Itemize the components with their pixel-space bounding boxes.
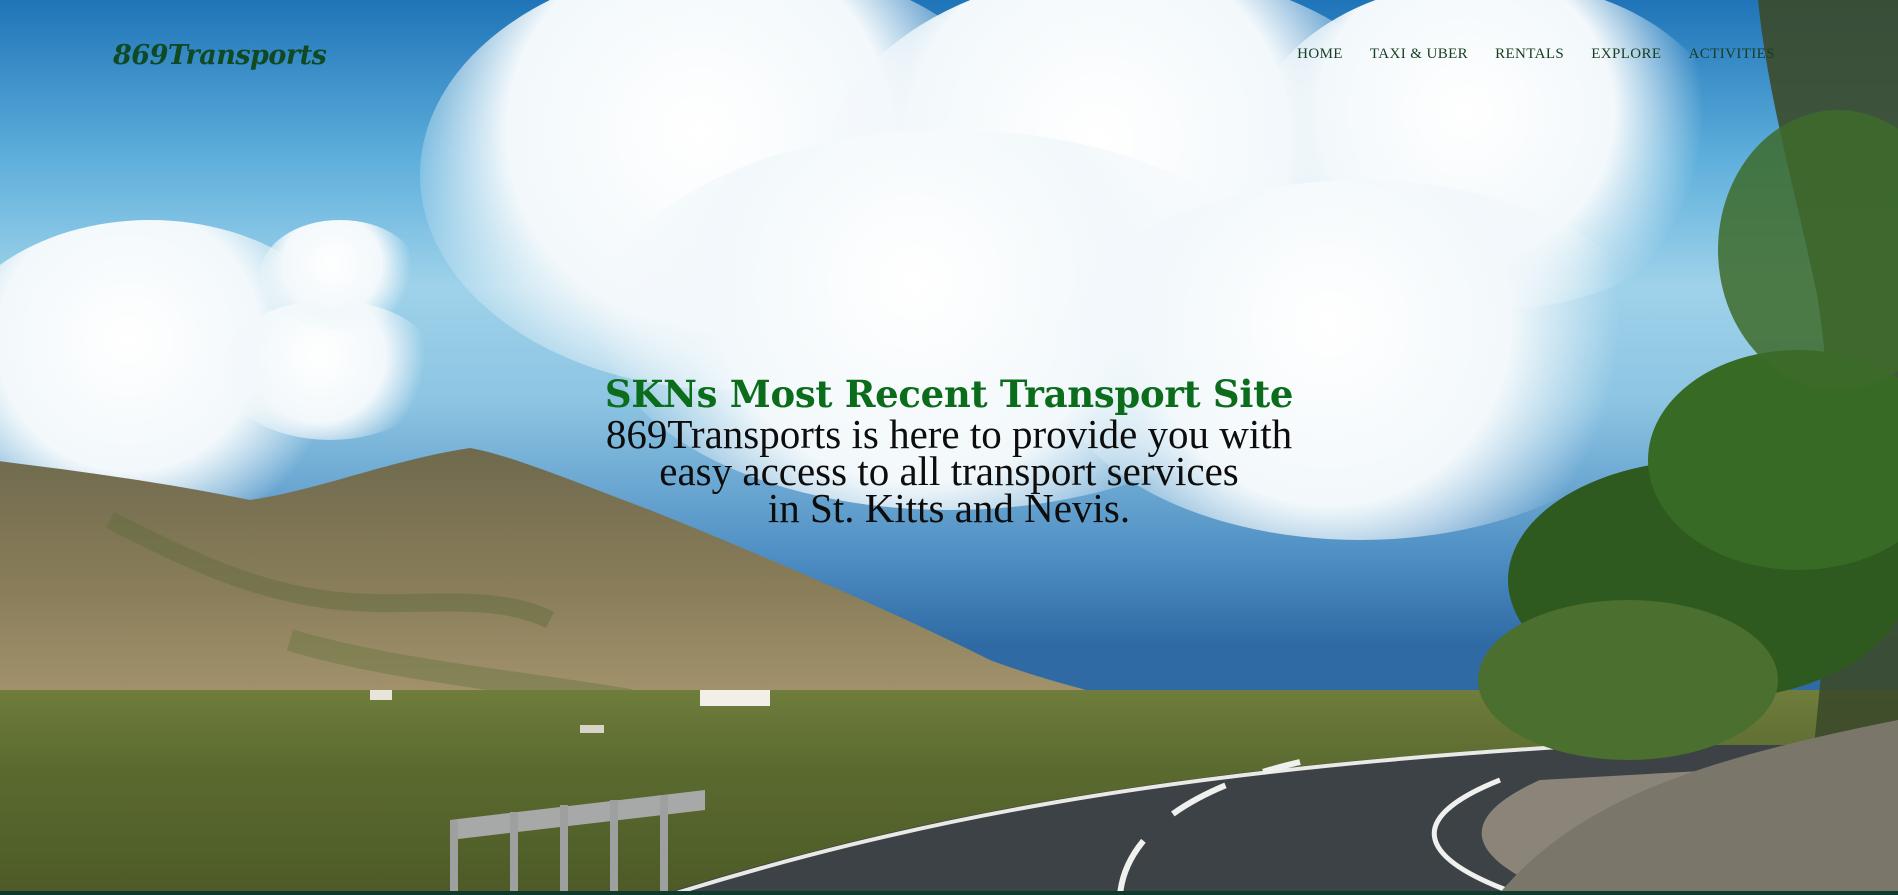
hero-line: in St. Kitts and Nevis.	[767, 485, 1131, 531]
nav-explore-link[interactable]: EXPLORE	[1591, 46, 1661, 63]
nav-taxi-uber-link[interactable]: TAXI & UBER	[1370, 46, 1468, 63]
nav-activities-link[interactable]: ACTIVITIES	[1689, 46, 1776, 63]
hero-title: SKNs Most Recent Transport Site	[604, 372, 1294, 416]
footer-bar	[0, 891, 1898, 895]
main-menu: HOME TAXI & UBER RENTALS EXPLORE ACTIVIT…	[1297, 46, 1775, 63]
site-logo[interactable]: 869Transports	[113, 40, 327, 71]
hero-text: SKNs Most Recent Transport Site 869Trans…	[0, 372, 1898, 531]
nav-home-link[interactable]: HOME	[1297, 46, 1343, 63]
top-navigation: 869Transports HOME TAXI & UBER RENTALS E…	[0, 0, 1898, 115]
nav-rentals-link[interactable]: RENTALS	[1495, 46, 1564, 63]
